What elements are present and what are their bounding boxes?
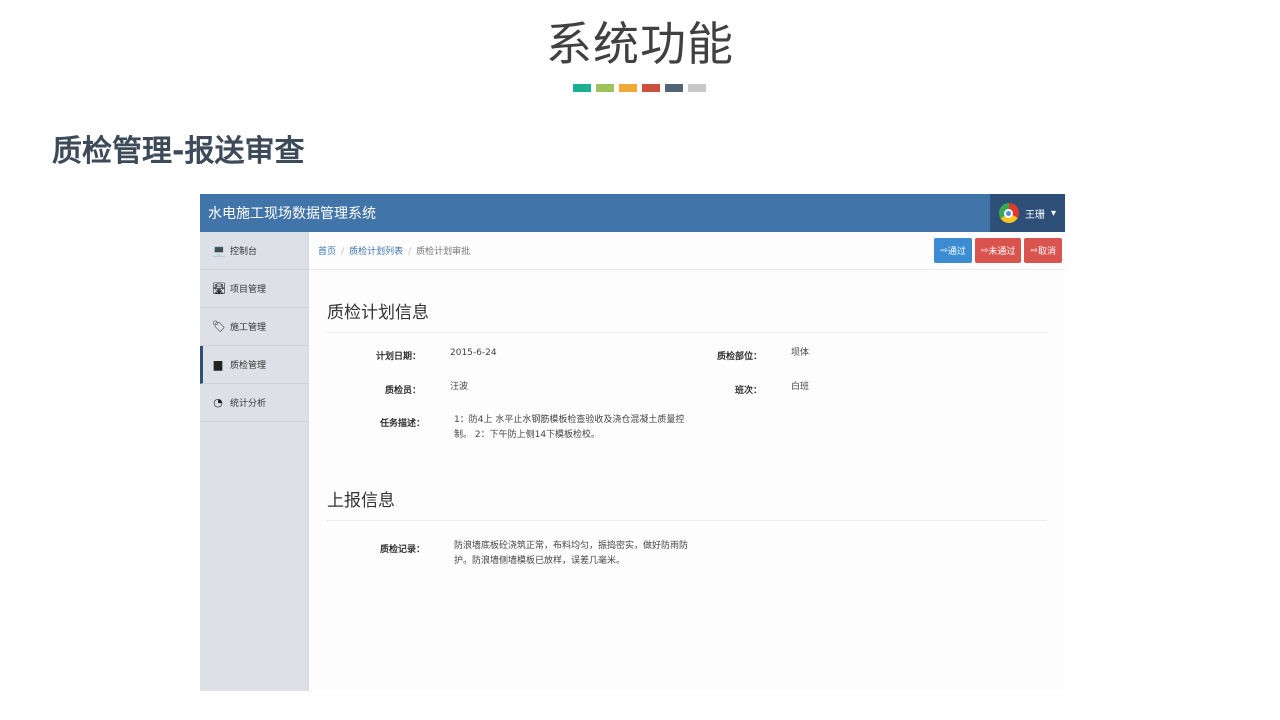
accent-color-bar xyxy=(573,84,706,92)
laptop-icon: 💻 xyxy=(212,244,226,257)
breadcrumb-list-link[interactable]: 质检计划列表 xyxy=(349,247,403,257)
pass-button[interactable]: ⇨ 通过 xyxy=(934,238,972,263)
task-line-2: 制。 2：下午防上侧14下模板检校。 xyxy=(454,430,601,440)
record-label: 质检记录： xyxy=(379,545,425,555)
caret-down-icon: ▾ xyxy=(1050,207,1056,219)
sidebar-item-label: 施工管理 xyxy=(230,323,267,333)
sidebar-item-label: 项目管理 xyxy=(230,285,267,295)
task-line-1: 1：防4上 水平止水钢筋模板检查验收及浇仓混凝土质量控 xyxy=(454,415,685,425)
sidebar-item-console[interactable]: 💻 控制台 xyxy=(200,232,308,270)
top-navbar: 水电施工现场数据管理系统 王珊 ▾ xyxy=(200,194,1065,232)
sidebar-item-label: 质检管理 xyxy=(230,361,267,371)
breadcrumb-separator: / xyxy=(408,247,412,257)
sidebar-item-label: 统计分析 xyxy=(230,399,267,409)
sidebar-item-statistics[interactable]: ◔ 统计分析 xyxy=(200,384,308,422)
record-line-2: 护。防浪墙侧墙模板已放样，误差几毫米。 xyxy=(454,556,626,566)
accent-swatch xyxy=(665,84,683,92)
slide-title: 系统功能 xyxy=(546,17,734,71)
accent-swatch xyxy=(596,84,614,92)
road-icon: 🛣 xyxy=(212,282,226,295)
sidebar-item-projects[interactable]: 🛣 项目管理 xyxy=(200,270,308,308)
fail-button-label: 未通过 xyxy=(988,247,1016,257)
shift-label: 班次： xyxy=(734,386,762,396)
tags-icon: 🏷 xyxy=(212,320,226,333)
sidebar-item-label: 控制台 xyxy=(230,247,258,257)
part-value: 坝体 xyxy=(791,348,810,358)
folder-icon: ▆ xyxy=(213,358,223,371)
pass-button-label: 通过 xyxy=(947,247,966,257)
accent-swatch xyxy=(688,84,706,92)
plan-date-value: 2015-6-24 xyxy=(450,348,497,358)
plan-info-title: 质检计划信息 xyxy=(327,303,429,323)
breadcrumb-current: 质检计划审批 xyxy=(416,247,471,257)
divider xyxy=(327,332,1047,333)
dashboard-icon: ◔ xyxy=(213,396,223,409)
breadcrumb-separator: / xyxy=(341,247,345,257)
breadcrumb-bar: 首页 / 质检计划列表 / 质检计划审批 ⇨ 通过 ⇨ 未通过 ⇨ 取消 xyxy=(309,232,1065,270)
app-brand[interactable]: 水电施工现场数据管理系统 xyxy=(200,203,376,223)
fail-button[interactable]: ⇨ 未通过 xyxy=(974,238,1022,263)
main-content: 首页 / 质检计划列表 / 质检计划审批 ⇨ 通过 ⇨ 未通过 ⇨ 取消 质检计划信息 计划日… xyxy=(308,232,1065,691)
report-info-title: 上报信息 xyxy=(327,491,395,511)
task-label: 任务描述： xyxy=(379,419,425,429)
accent-swatch xyxy=(573,84,591,92)
sidebar: 💻 控制台 🛣 项目管理 🏷 施工管理 ▆ 质检管理 ◔ 统计分析 xyxy=(200,232,308,691)
sidebar-item-quality[interactable]: ▆ 质检管理 xyxy=(200,346,308,384)
breadcrumb-home-link[interactable]: 首页 xyxy=(318,247,336,257)
part-label: 质检部位： xyxy=(716,352,762,362)
chrome-avatar-icon xyxy=(998,203,1019,223)
cancel-button-label: 取消 xyxy=(1037,247,1056,257)
sign-out-icon: ⇨ xyxy=(1030,245,1038,256)
user-name: 王珊 xyxy=(1024,209,1045,221)
user-menu[interactable]: 王珊 ▾ xyxy=(989,194,1065,232)
plan-date-label: 计划日期： xyxy=(375,352,421,362)
inspector-value: 汪波 xyxy=(450,382,469,392)
cancel-button[interactable]: ⇨ 取消 xyxy=(1024,238,1062,263)
sign-out-icon: ⇨ xyxy=(980,245,989,256)
shift-value: 白班 xyxy=(791,382,810,392)
inspector-label: 质检员： xyxy=(384,386,421,396)
action-buttons: ⇨ 通过 ⇨ 未通过 ⇨ 取消 xyxy=(934,238,1062,263)
accent-swatch xyxy=(642,84,660,92)
divider xyxy=(327,520,1047,521)
accent-swatch xyxy=(619,84,637,92)
breadcrumb: 首页 / 质检计划列表 / 质检计划审批 xyxy=(318,244,470,257)
sign-out-icon: ⇨ xyxy=(940,245,948,256)
record-line-1: 防浪墙底板砼浇筑正常，布料均匀，振捣密实，做好防雨防 xyxy=(454,541,689,551)
section-heading: 质检管理-报送审查 xyxy=(52,134,305,169)
app-screenshot: 水电施工现场数据管理系统 王珊 ▾ 💻 控制台 🛣 项目管理 🏷 施工管理 ▆ … xyxy=(200,194,1065,691)
sidebar-item-construction[interactable]: 🏷 施工管理 xyxy=(200,308,308,346)
